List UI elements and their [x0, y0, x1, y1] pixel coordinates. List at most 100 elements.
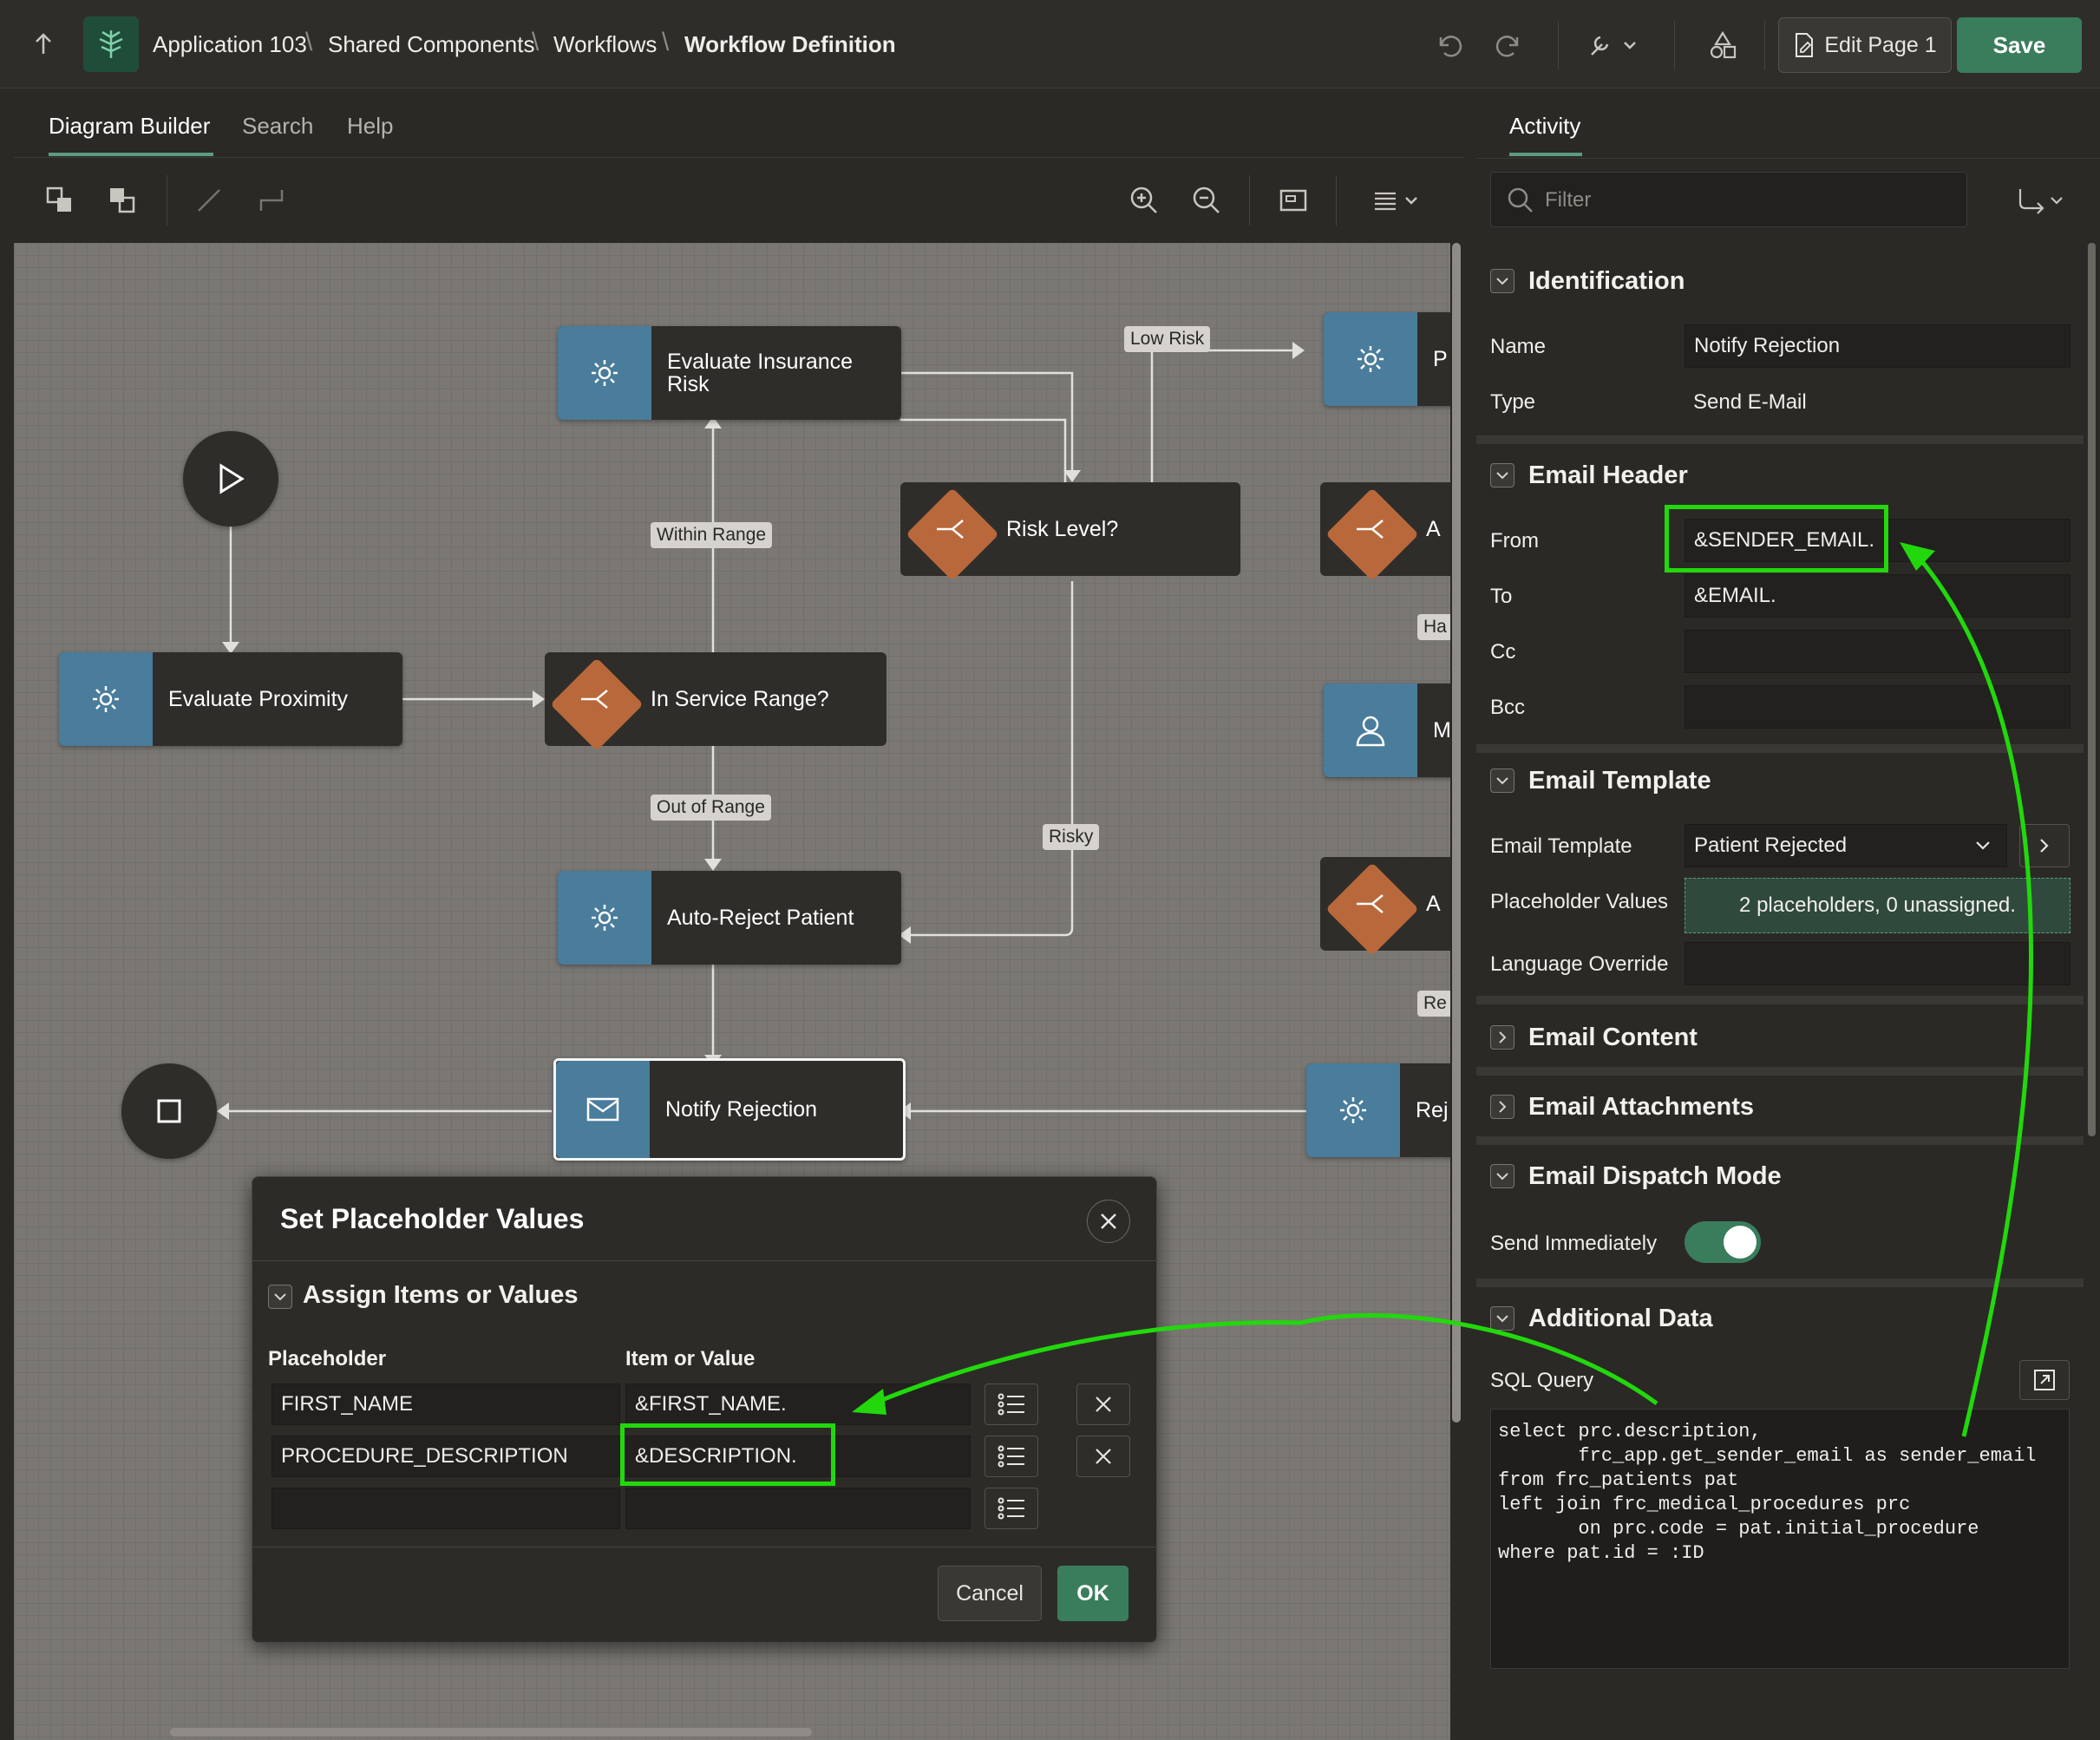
tab-diagram-builder[interactable]: Diagram Builder	[49, 113, 210, 140]
shared-components-icon[interactable]	[1702, 24, 1743, 66]
up-arrow-icon[interactable]	[26, 26, 61, 61]
node-evaluate-insurance-risk[interactable]: Evaluate Insurance Risk	[558, 326, 901, 420]
collapse-toggle[interactable]	[1490, 1164, 1514, 1188]
list-icon	[998, 1393, 1024, 1416]
gateway-partial-a2[interactable]: A	[1320, 857, 1450, 956]
chevron-down-icon	[1496, 1173, 1508, 1181]
list-picker-button[interactable]	[985, 1436, 1038, 1477]
gateway-partial-a1[interactable]: A	[1320, 482, 1450, 581]
section-divider	[1476, 1136, 2084, 1145]
chevron-down-icon	[1496, 1315, 1508, 1323]
canvas-vscroll[interactable]	[1452, 243, 1461, 1423]
section-divider	[1476, 996, 2084, 1004]
redo-icon[interactable]	[1488, 24, 1530, 66]
list-picker-button[interactable]	[985, 1488, 1038, 1529]
chevron-right-icon	[1499, 1031, 1507, 1043]
edge-label-ha[interactable]: Ha	[1417, 614, 1450, 640]
breadcrumb-workflows[interactable]: Workflows	[553, 31, 657, 58]
go-to-group-icon[interactable]	[2012, 182, 2070, 219]
start-event[interactable]	[183, 431, 278, 527]
type-value: Send E-Mail	[1693, 390, 1807, 414]
collapse-toggle[interactable]	[268, 1285, 292, 1309]
gateway-in-service-range[interactable]: In Service Range?	[545, 652, 886, 751]
placeholder-cell[interactable]	[271, 1488, 620, 1529]
collapse-toggle[interactable]	[1490, 1306, 1514, 1331]
placeholder-values-button[interactable]: 2 placeholders, 0 unassigned.	[1685, 878, 2071, 933]
tab-search[interactable]: Search	[242, 113, 313, 140]
app-logo-icon[interactable]	[83, 16, 139, 72]
node-partial-p[interactable]: P	[1324, 312, 1450, 406]
expand-toggle[interactable]	[1490, 1095, 1514, 1119]
edge-label-risky[interactable]: Risky	[1043, 824, 1100, 850]
remove-row-button[interactable]	[1076, 1436, 1130, 1477]
close-dialog-button[interactable]	[1087, 1200, 1130, 1243]
remove-row-button[interactable]	[1076, 1383, 1130, 1425]
wrench-menu-icon[interactable]	[1582, 24, 1643, 66]
node-label: Notify Rejection	[665, 1097, 818, 1122]
chevron-down-icon	[1976, 841, 1990, 850]
section-email-content[interactable]: Email Content	[1528, 1024, 1698, 1052]
property-editor-scrollbar[interactable]	[2088, 243, 2096, 1136]
to-field[interactable]: &EMAIL.	[1685, 574, 2071, 618]
orthogonal-link-icon[interactable]	[250, 179, 293, 222]
chevron-down-icon	[1496, 777, 1508, 785]
cc-field[interactable]	[1685, 630, 2071, 673]
zoom-in-icon[interactable]	[1122, 179, 1166, 222]
play-icon	[219, 463, 245, 494]
value-input[interactable]	[625, 1488, 971, 1529]
edge-label-re[interactable]: Re	[1417, 991, 1450, 1017]
node-notify-rejection[interactable]: Notify Rejection	[553, 1058, 906, 1161]
name-field[interactable]: Notify Rejection	[1685, 324, 2071, 368]
section-identification: Identification	[1528, 267, 1685, 295]
breadcrumb-shared-components[interactable]: Shared Components	[328, 31, 534, 58]
layout-menu-icon[interactable]	[1367, 179, 1428, 222]
edge-label-within-range[interactable]: Within Range	[651, 522, 773, 548]
fit-to-screen-icon[interactable]	[1272, 179, 1315, 222]
gateway-risk-level[interactable]: Risk Level?	[900, 482, 1240, 581]
open-code-editor-button[interactable]	[2019, 1360, 2070, 1400]
straight-link-icon[interactable]	[187, 179, 231, 222]
chevron-right-icon	[2040, 839, 2049, 853]
to-label: To	[1490, 585, 1513, 608]
toolbar-divider	[1764, 21, 1765, 69]
ok-button[interactable]: OK	[1057, 1566, 1129, 1621]
list-picker-button[interactable]	[985, 1383, 1038, 1425]
sql-query-editor[interactable]: select prc.description, frc_app.get_send…	[1490, 1409, 2070, 1669]
expand-toggle[interactable]	[1490, 1025, 1514, 1050]
save-button[interactable]: Save	[1957, 17, 2082, 73]
breadcrumb-application[interactable]: Application 103	[153, 31, 307, 58]
tab-help[interactable]: Help	[347, 113, 393, 140]
open-template-button[interactable]	[2019, 824, 2070, 867]
node-evaluate-proximity[interactable]: Evaluate Proximity	[59, 652, 402, 746]
breadcrumb-separator: \	[305, 28, 313, 56]
language-override-field[interactable]	[1685, 942, 2071, 985]
placeholder-values-label: Placeholder Values	[1490, 890, 1669, 913]
edge-label-low-risk[interactable]: Low Risk	[1124, 326, 1211, 352]
cancel-button[interactable]: Cancel	[938, 1566, 1042, 1621]
value-input[interactable]: &FIRST_NAME.	[625, 1383, 971, 1425]
send-immediately-toggle[interactable]	[1685, 1221, 1761, 1263]
node-partial-m[interactable]: M	[1324, 684, 1450, 777]
placeholder-cell: FIRST_NAME	[271, 1383, 620, 1425]
branch-icon	[1346, 883, 1398, 925]
node-auto-reject-patient[interactable]: Auto-Reject Patient	[558, 871, 901, 965]
send-to-back-icon[interactable]	[101, 179, 144, 222]
bcc-field[interactable]	[1685, 685, 2071, 729]
section-email-attachments[interactable]: Email Attachments	[1528, 1093, 1754, 1122]
bring-to-front-icon[interactable]	[38, 179, 82, 222]
undo-icon[interactable]	[1428, 24, 1469, 66]
collapse-toggle[interactable]	[1490, 269, 1514, 293]
end-event[interactable]	[121, 1063, 217, 1159]
zoom-out-icon[interactable]	[1185, 179, 1228, 222]
stop-icon	[157, 1099, 181, 1123]
collapse-toggle[interactable]	[1490, 769, 1514, 793]
tab-activity[interactable]: Activity	[1509, 113, 1580, 140]
collapse-toggle[interactable]	[1490, 463, 1514, 487]
node-partial-rej[interactable]: Rej	[1306, 1063, 1450, 1157]
chevron-down-icon	[274, 1293, 286, 1301]
edge-label-out-of-range[interactable]: Out of Range	[651, 795, 771, 821]
edit-page-button[interactable]: Edit Page 1	[1778, 17, 1952, 73]
horizontal-scrollbar[interactable]	[170, 1728, 812, 1737]
filter-input[interactable]: Filter	[1490, 172, 1967, 227]
email-template-select[interactable]: Patient Rejected	[1685, 824, 2007, 867]
